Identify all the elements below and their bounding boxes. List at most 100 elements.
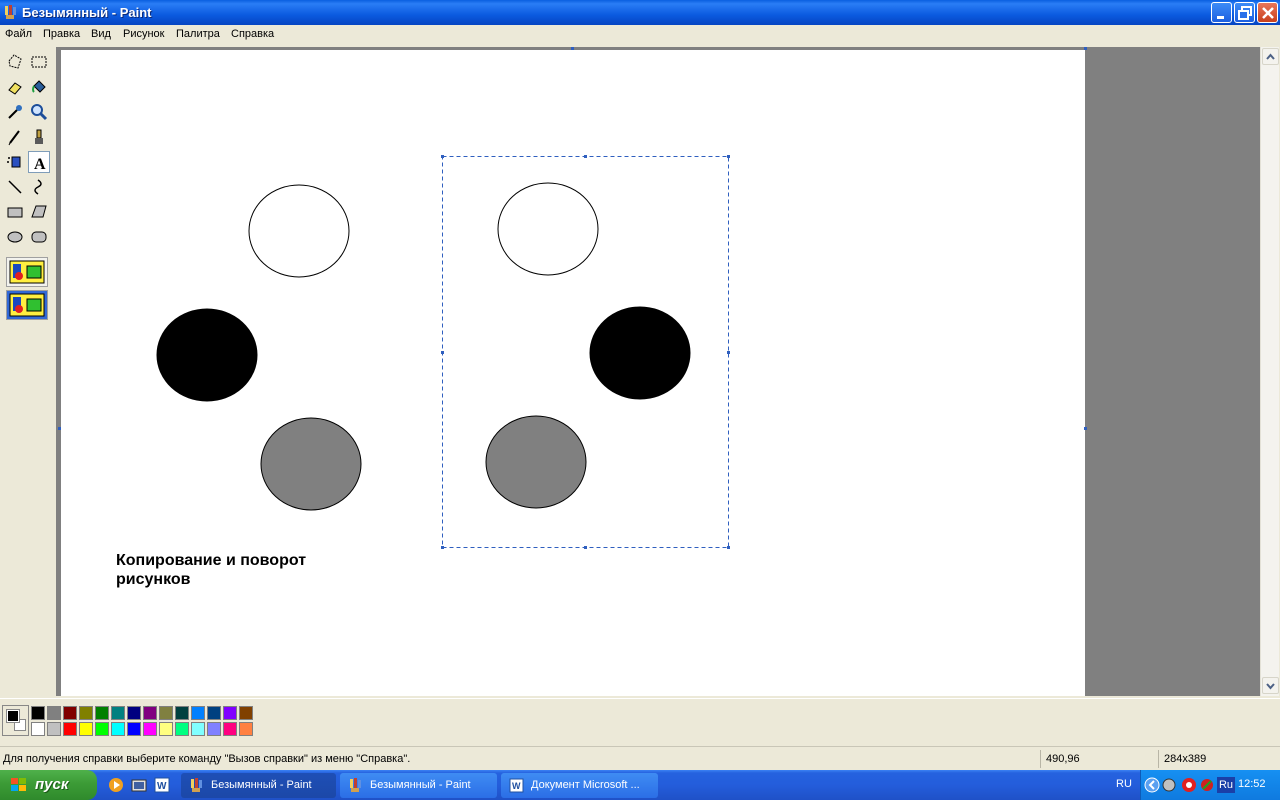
palette-swatch[interactable] bbox=[159, 722, 173, 736]
palette-swatch[interactable] bbox=[47, 722, 61, 736]
tool-text[interactable]: A bbox=[28, 151, 50, 173]
palette-swatch[interactable] bbox=[239, 706, 253, 720]
palette-swatch[interactable] bbox=[111, 722, 125, 736]
canvas-resize-handle-top[interactable] bbox=[571, 47, 574, 50]
title-bar[interactable]: Безымянный - Paint bbox=[0, 0, 1280, 25]
movie-maker-icon[interactable] bbox=[131, 777, 147, 793]
tool-curve[interactable] bbox=[28, 176, 50, 198]
antivirus-icon[interactable] bbox=[1181, 777, 1197, 793]
black-circle-original bbox=[156, 308, 258, 402]
palette-swatch[interactable] bbox=[127, 722, 141, 736]
tool-color-picker[interactable] bbox=[4, 101, 26, 123]
tool-rounded-rectangle[interactable] bbox=[28, 226, 50, 248]
canvas-resize-handle-left[interactable] bbox=[58, 427, 61, 430]
palette-swatch[interactable] bbox=[207, 722, 221, 736]
canvas-resize-handle-topright[interactable] bbox=[1084, 47, 1087, 50]
start-button[interactable]: пуск bbox=[0, 770, 97, 800]
tool-eraser[interactable] bbox=[4, 76, 26, 98]
task-label: Документ Microsoft ... bbox=[531, 779, 640, 791]
option-transparent-background[interactable] bbox=[6, 290, 48, 320]
palette-swatch[interactable] bbox=[31, 706, 45, 720]
close-button[interactable] bbox=[1257, 2, 1278, 23]
task-paint-2[interactable]: Безымянный - Paint bbox=[340, 773, 497, 798]
network-icon[interactable] bbox=[1161, 777, 1177, 793]
tool-fill[interactable] bbox=[28, 76, 50, 98]
palette-swatch[interactable] bbox=[63, 706, 77, 720]
black-circle-copy bbox=[589, 306, 691, 400]
palette-swatch[interactable] bbox=[63, 722, 77, 736]
minimize-button[interactable] bbox=[1211, 2, 1232, 23]
tool-pencil[interactable] bbox=[4, 126, 26, 148]
palette-swatch[interactable] bbox=[175, 706, 189, 720]
palette-swatch[interactable] bbox=[95, 706, 109, 720]
palette-swatch[interactable] bbox=[191, 722, 205, 736]
rect-select-icon bbox=[31, 56, 47, 68]
palette-swatch[interactable] bbox=[111, 706, 125, 720]
palette-swatch[interactable] bbox=[79, 706, 93, 720]
palette-swatch[interactable] bbox=[159, 706, 173, 720]
palette-swatch[interactable] bbox=[95, 722, 109, 736]
menu-palette[interactable]: Палитра bbox=[176, 28, 220, 40]
gray-circle-copy bbox=[485, 415, 587, 509]
language-indicator[interactable]: RU bbox=[1116, 778, 1132, 790]
eraser-icon bbox=[8, 82, 22, 95]
close-icon bbox=[1262, 7, 1274, 19]
start-label: пуск bbox=[35, 776, 69, 793]
current-colors[interactable] bbox=[2, 705, 29, 736]
taskbar: пуск W Безымянный - Paint Безымянный - P… bbox=[0, 770, 1280, 800]
paint-app-icon bbox=[5, 5, 16, 19]
eyedropper-icon bbox=[8, 105, 22, 119]
brush-icon bbox=[35, 129, 43, 144]
tool-airbrush[interactable] bbox=[4, 151, 26, 173]
rectangle-icon bbox=[7, 207, 23, 218]
security-icon[interactable] bbox=[1199, 777, 1215, 793]
task-word-document[interactable]: W Документ Microsoft ... bbox=[501, 773, 658, 798]
airbrush-icon bbox=[7, 156, 21, 168]
tool-polygon[interactable] bbox=[28, 201, 50, 223]
palette-swatch[interactable] bbox=[47, 706, 61, 720]
windows-logo-icon bbox=[11, 778, 26, 791]
media-player-icon[interactable] bbox=[108, 777, 124, 793]
restore-button[interactable] bbox=[1234, 2, 1255, 23]
palette-swatch[interactable] bbox=[175, 722, 189, 736]
palette-swatch[interactable] bbox=[223, 706, 237, 720]
task-paint-1[interactable]: Безымянный - Paint bbox=[181, 773, 336, 798]
tool-brush[interactable] bbox=[28, 126, 50, 148]
palette-swatch[interactable] bbox=[191, 706, 205, 720]
palette-swatch[interactable] bbox=[127, 706, 141, 720]
scroll-up-button[interactable] bbox=[1262, 48, 1279, 65]
paint-app-icon bbox=[350, 778, 361, 792]
drawing-canvas[interactable]: Копирование и поворот рисунков bbox=[61, 50, 1085, 696]
palette-swatch[interactable] bbox=[143, 706, 157, 720]
canvas-resize-handle-right[interactable] bbox=[1084, 427, 1087, 430]
tool-rect-select[interactable] bbox=[28, 51, 50, 73]
canvas-drawing[interactable]: Копирование и поворот рисунков bbox=[61, 50, 1085, 696]
tool-rectangle[interactable] bbox=[4, 201, 26, 223]
tool-line[interactable] bbox=[4, 176, 26, 198]
word-icon[interactable]: W bbox=[154, 777, 170, 793]
menu-help[interactable]: Справка bbox=[231, 28, 274, 40]
line-icon bbox=[8, 180, 22, 194]
svg-text:W: W bbox=[157, 781, 167, 792]
palette-swatch[interactable] bbox=[79, 722, 93, 736]
palette-swatch[interactable] bbox=[31, 722, 45, 736]
palette-swatch[interactable] bbox=[223, 722, 237, 736]
tool-free-select[interactable] bbox=[4, 51, 26, 73]
tool-magnifier[interactable] bbox=[28, 101, 50, 123]
tool-ellipse[interactable] bbox=[4, 226, 26, 248]
palette-swatch[interactable] bbox=[207, 706, 221, 720]
palette-swatch[interactable] bbox=[143, 722, 157, 736]
status-selection-size: 284x389 bbox=[1164, 753, 1207, 765]
word-document-icon: W bbox=[509, 778, 524, 793]
keyboard-layout-indicator[interactable]: Ru bbox=[1217, 777, 1235, 793]
menu-image[interactable]: Рисунок bbox=[123, 28, 165, 40]
tray-expand-icon[interactable] bbox=[1144, 777, 1160, 793]
menu-view[interactable]: Вид bbox=[91, 28, 111, 40]
palette-swatch[interactable] bbox=[239, 722, 253, 736]
menu-file[interactable]: Файл bbox=[5, 28, 32, 40]
option-opaque-background[interactable] bbox=[6, 257, 48, 287]
status-divider bbox=[1158, 750, 1159, 768]
vertical-scrollbar[interactable] bbox=[1260, 47, 1279, 696]
menu-edit[interactable]: Правка bbox=[43, 28, 80, 40]
scroll-down-button[interactable] bbox=[1262, 677, 1279, 694]
